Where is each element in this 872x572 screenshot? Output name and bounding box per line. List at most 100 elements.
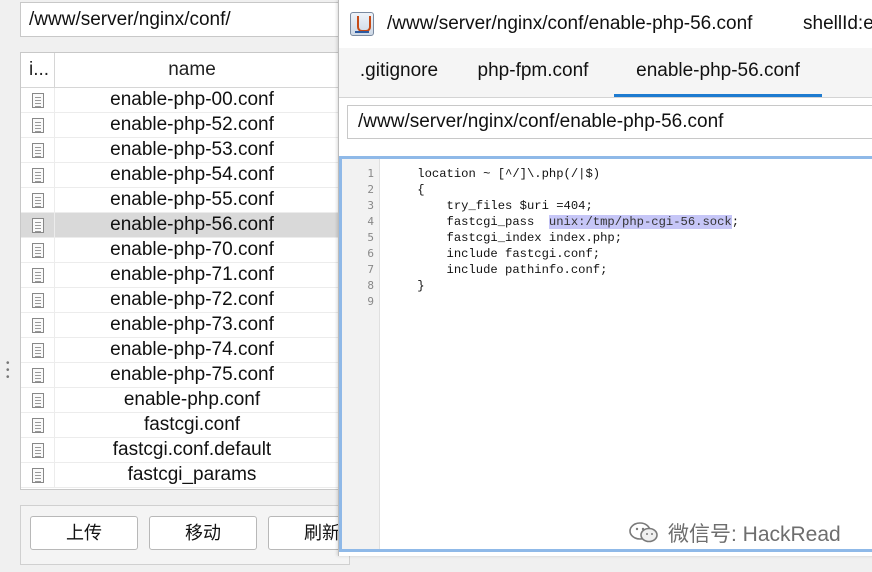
- line-number: 9: [367, 295, 374, 308]
- tab-enable-php-56-conf[interactable]: enable-php-56.conf: [614, 48, 822, 97]
- file-name: enable-php-00.conf: [110, 89, 274, 110]
- upload-button[interactable]: 上传: [30, 516, 138, 550]
- code-content[interactable]: location ~ [^/]\.php(/|$) { try_files $u…: [380, 159, 872, 310]
- file-icon: [21, 162, 55, 188]
- line-number-gutter: 1 2 3 4 5 6 7 8 9: [342, 159, 380, 549]
- screen: /www/server/nginx/conf/ i... name enable…: [0, 0, 872, 572]
- file-name: fastcgi_params: [127, 464, 257, 485]
- file-icon: [21, 212, 55, 238]
- file-icon: [21, 112, 55, 138]
- line-number: 1: [367, 167, 374, 180]
- file-row[interactable]: enable-php-54.conf: [21, 162, 349, 188]
- action-button-bar: 上传 移动 刷新: [20, 505, 376, 565]
- code-text: ;: [731, 215, 740, 229]
- code-line: location ~ [^/]\.php(/|$): [380, 166, 872, 182]
- file-row[interactable]: enable-php-73.conf: [21, 312, 349, 338]
- file-name: enable-php-71.conf: [110, 264, 274, 285]
- selected-text: unix:/tmp/php-cgi-56.sock: [548, 215, 732, 229]
- file-row[interactable]: fastcgi.conf: [21, 412, 349, 438]
- file-icon: [21, 137, 55, 163]
- editor-window: /www/server/nginx/conf/enable-php-56.con…: [338, 0, 872, 556]
- line-number: 8: [367, 279, 374, 292]
- file-name: enable-php-55.conf: [110, 189, 274, 210]
- file-row[interactable]: enable-php-52.conf: [21, 112, 349, 138]
- file-icon: [21, 287, 55, 313]
- file-path-field[interactable]: /www/server/nginx/conf/enable-php-56.con…: [347, 105, 872, 139]
- file-table-header: i... name: [21, 53, 349, 88]
- file-row[interactable]: fastcgi.conf.default: [21, 437, 349, 463]
- file-icon: [21, 237, 55, 263]
- file-name: enable-php-54.conf: [110, 164, 274, 185]
- file-icon: [21, 187, 55, 213]
- file-name: enable-php-70.conf: [110, 239, 274, 260]
- file-row[interactable]: enable-php-74.conf: [21, 337, 349, 363]
- file-browser-panel: /www/server/nginx/conf/ i... name enable…: [0, 0, 376, 572]
- tab-gitignore[interactable]: .gitignore: [347, 48, 451, 97]
- file-row[interactable]: enable-php-70.conf: [21, 237, 349, 263]
- file-name: fastcgi.conf: [143, 414, 241, 435]
- line-number: 7: [367, 263, 374, 276]
- watermark-text: 微信号: HackRead: [668, 523, 841, 546]
- code-text: location ~ [^/]\.php(/|$): [388, 167, 601, 181]
- file-icon: [21, 262, 55, 288]
- code-line: try_files $uri =404;: [380, 198, 872, 214]
- line-number: 2: [367, 183, 374, 196]
- code-text: try_files $uri =404;: [388, 199, 593, 213]
- code-line: include fastcgi.conf;: [380, 246, 872, 262]
- code-text: }: [388, 279, 425, 293]
- code-line: fastcgi_index index.php;: [380, 230, 872, 246]
- file-icon: [21, 362, 55, 388]
- file-row[interactable]: enable-php.conf: [21, 387, 349, 413]
- file-row[interactable]: enable-php-55.conf: [21, 187, 349, 213]
- file-row[interactable]: enable-php-56.conf: [21, 212, 349, 238]
- icon-column-header[interactable]: i...: [21, 53, 55, 87]
- line-number: 5: [367, 231, 374, 244]
- file-row[interactable]: enable-php-53.conf: [21, 137, 349, 163]
- file-icon: [21, 462, 55, 488]
- current-path-field[interactable]: /www/server/nginx/conf/: [20, 2, 350, 37]
- code-text: {: [388, 183, 425, 197]
- file-name: enable-php-75.conf: [110, 364, 274, 385]
- code-line: {: [380, 182, 872, 198]
- file-list: enable-php-00.conf enable-php-52.conf enab…: [21, 87, 349, 488]
- code-editor[interactable]: 1 2 3 4 5 6 7 8 9 location ~ [^/]\.php(/|$) { tr…: [339, 156, 872, 552]
- name-column-header[interactable]: name: [55, 53, 349, 87]
- file-icon: [21, 312, 55, 338]
- app-icon: [350, 12, 374, 36]
- line-number: 3: [367, 199, 374, 212]
- code-line: include pathinfo.conf;: [380, 262, 872, 278]
- code-text: fastcgi_pass: [388, 215, 549, 229]
- tab-php-fpm-conf[interactable]: php-fpm.conf: [463, 48, 603, 97]
- code-line: fastcgi_pass unix:/tmp/php-cgi-56.sock;: [380, 214, 872, 230]
- wechat-icon: [629, 522, 658, 543]
- file-name: enable-php-73.conf: [110, 314, 274, 335]
- file-name: enable-php.conf: [123, 389, 261, 410]
- file-icon: [21, 437, 55, 463]
- shell-id-label: shellId:e: [803, 13, 872, 34]
- file-row[interactable]: enable-php-75.conf: [21, 362, 349, 388]
- file-name: enable-php-52.conf: [110, 114, 274, 135]
- file-table: i... name enable-php-00.conf enable-php-5…: [20, 52, 350, 490]
- line-number: 6: [367, 247, 374, 260]
- file-name: enable-php-72.conf: [110, 289, 274, 310]
- code-text: fastcgi_index index.php;: [388, 231, 623, 245]
- file-name: enable-php-74.conf: [110, 339, 274, 360]
- file-name: enable-php-56.conf: [110, 214, 274, 235]
- splitter-handle[interactable]: • • •: [6, 359, 12, 383]
- file-row[interactable]: enable-php-00.conf: [21, 87, 349, 113]
- file-row[interactable]: enable-php-72.conf: [21, 287, 349, 313]
- code-text: include pathinfo.conf;: [388, 263, 608, 277]
- file-row[interactable]: enable-php-71.conf: [21, 262, 349, 288]
- file-name: fastcgi.conf.default: [112, 439, 272, 460]
- line-number: 4: [367, 215, 374, 228]
- window-title: /www/server/nginx/conf/enable-php-56.con…: [387, 13, 753, 34]
- file-icon: [21, 387, 55, 413]
- move-button[interactable]: 移动: [149, 516, 257, 550]
- file-name: enable-php-53.conf: [110, 139, 274, 160]
- file-icon: [21, 412, 55, 438]
- file-row[interactable]: fastcgi_params: [21, 462, 349, 488]
- editor-tab-bar: .gitignore php-fpm.conf enable-php-56.co…: [339, 48, 872, 98]
- file-icon: [21, 337, 55, 363]
- editor-title-bar: /www/server/nginx/conf/enable-php-56.con…: [339, 0, 872, 48]
